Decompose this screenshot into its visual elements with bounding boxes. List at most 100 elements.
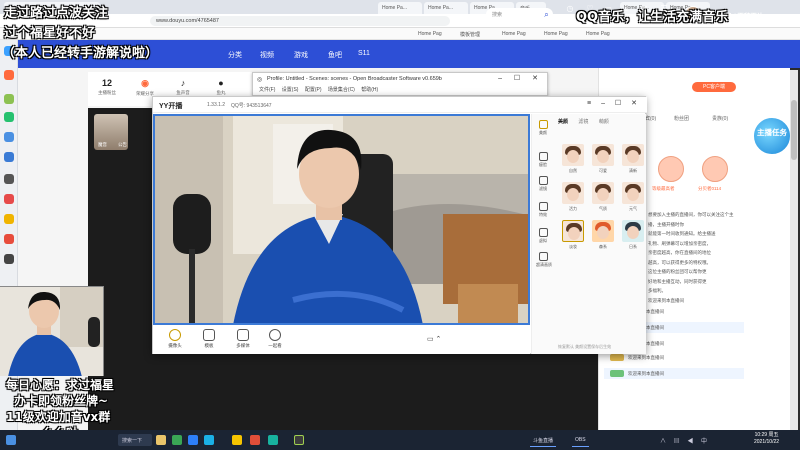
pip-camera xyxy=(0,286,104,376)
room-announcement: 想要加入主播的直播间，你可以关注这个主播，主播开播时你 就能第一时间收到通知。给… xyxy=(648,212,734,303)
nav-item[interactable]: 游戏 xyxy=(294,50,308,60)
app-icon[interactable] xyxy=(4,70,14,80)
effect-label: 自然 xyxy=(569,168,577,173)
effect-label: 元气 xyxy=(629,206,637,211)
browser-icon[interactable] xyxy=(172,435,182,445)
system-tray[interactable]: ∧ ▤ ◀ 中 xyxy=(660,436,710,445)
nav-item[interactable]: 鱼吧 xyxy=(328,50,342,60)
multimedia-tool-button[interactable]: 多媒体 xyxy=(231,329,255,349)
beauty-panel: 美颜 瘦脸 滤镜 特效 虚拟 超清画质 美颜 滤镜 萌颜 自然 可爱 清新 活力… xyxy=(531,114,646,354)
menu-profile[interactable]: 配置(P) xyxy=(305,87,322,93)
app-icon[interactable] xyxy=(4,152,14,162)
obs-taskbar-icon[interactable] xyxy=(294,435,304,445)
template-tool-button[interactable]: 模板 xyxy=(197,329,221,349)
app-icon[interactable] xyxy=(4,214,14,224)
camera-switch-icon[interactable]: ▭ ⌃ xyxy=(427,335,441,343)
app-icon[interactable] xyxy=(4,254,14,264)
room-stat[interactable]: ♪ 鱼声音 xyxy=(168,78,198,96)
multimedia-icon xyxy=(237,329,249,341)
app-icon[interactable] xyxy=(204,435,214,445)
file-explorer-icon[interactable] xyxy=(156,435,166,445)
app-icon[interactable] xyxy=(4,132,14,142)
browser-tab[interactable]: Home Pa... xyxy=(424,2,468,14)
obs-menu-bar: 文件(F) 设置(S) 配置(P) 场景集合(C) 帮助(H) xyxy=(259,86,383,93)
camera-preview xyxy=(153,114,530,325)
app-icon[interactable] xyxy=(250,435,260,445)
effect-thumbnail[interactable] xyxy=(562,220,584,242)
app-icon[interactable] xyxy=(188,435,198,445)
menu-scene-collection[interactable]: 场景集合(C) xyxy=(328,87,355,93)
slim-face-icon[interactable]: 瘦脸 xyxy=(536,152,550,168)
start-icon[interactable] xyxy=(6,435,16,445)
effect-label: 活力 xyxy=(569,206,577,211)
browser-tab[interactable]: Home Pa... xyxy=(378,2,422,14)
app-icon[interactable] xyxy=(4,194,14,204)
menu-settings[interactable]: 设置(S) xyxy=(282,87,299,93)
effect-thumbnail[interactable] xyxy=(562,182,584,204)
effect-thumbnail[interactable] xyxy=(592,144,614,166)
beauty-tabs: 美颜 滤镜 萌颜 xyxy=(558,118,646,125)
app-icon[interactable] xyxy=(4,234,14,244)
tab-fans[interactable]: 粉丝团 xyxy=(674,115,689,122)
taskbar: 搜索一下 斗鱼直播 OBS ∧ ▤ ◀ 中 10:29 周五 2021/10/2… xyxy=(0,430,800,450)
taskbar-search[interactable]: 搜索一下 xyxy=(118,434,152,446)
room-stat[interactable]: ● 鱼丸 xyxy=(206,78,236,96)
taskbar-app[interactable]: OBS xyxy=(572,433,589,447)
yy-titlebar: YY开播 1.33.1.2 QQ号: 943513647 ≡ – ☐ ✕ xyxy=(153,97,647,113)
tab-nobility[interactable]: 贵族(0) xyxy=(712,115,728,122)
bookmark-item[interactable]: 模板管理 xyxy=(460,31,480,38)
pc-client-badge[interactable]: PC客户端 xyxy=(692,82,736,92)
avatar[interactable] xyxy=(658,156,684,182)
effect-thumbnail[interactable] xyxy=(592,182,614,204)
app-icon[interactable] xyxy=(232,435,242,445)
virtual-icon[interactable]: 虚拟 xyxy=(536,228,550,244)
watch-together-button[interactable]: 一起看 xyxy=(263,329,287,349)
level-badge xyxy=(610,370,624,377)
wechat-icon[interactable] xyxy=(4,112,14,122)
scrollbar[interactable] xyxy=(790,70,798,430)
window-controls[interactable]: ≡ – ☐ ✕ xyxy=(587,99,641,107)
effect-thumbnail[interactable] xyxy=(622,182,644,204)
effect-label: 日系 xyxy=(629,244,637,249)
hd-quality-icon[interactable]: 超清画质 xyxy=(536,252,552,268)
menu-file[interactable]: 文件(F) xyxy=(259,87,275,93)
taskbar-app[interactable]: 斗鱼直播 xyxy=(530,433,557,447)
overlay-text: 办卡即领粉丝牌~ xyxy=(14,394,109,408)
search-icon[interactable]: ⌕ xyxy=(540,8,553,21)
nav-item[interactable]: S11 xyxy=(358,50,370,57)
app-icon[interactable] xyxy=(4,174,14,184)
yy-version: 1.33.1.2 xyxy=(207,102,226,108)
beauty-icon[interactable]: 美颜 xyxy=(536,120,550,136)
clock[interactable]: 10:29 周五 2021/10/22 xyxy=(754,432,779,446)
bookmark-item[interactable]: Home Pag xyxy=(418,31,442,37)
app-icon[interactable] xyxy=(4,94,14,104)
filter-icon[interactable]: 滤镜 xyxy=(536,176,550,192)
bookmark-item[interactable]: Home Pag xyxy=(544,31,568,37)
url-input[interactable]: www.douyu.com/4765487 xyxy=(150,16,450,26)
effects-icon[interactable]: 特效 xyxy=(536,202,550,218)
effect-thumbnail[interactable] xyxy=(592,220,614,242)
effect-thumbnail[interactable] xyxy=(622,144,644,166)
app-icon[interactable] xyxy=(268,435,278,445)
chat-tabs: 贵宾(0) 粉丝团 贵族(0) xyxy=(640,112,750,126)
effect-label: 森系 xyxy=(599,244,607,249)
nav-item[interactable]: 分类 xyxy=(228,50,242,60)
tab-cute[interactable]: 萌颜 xyxy=(599,119,609,125)
obs-app-icon: ◎ xyxy=(257,77,263,83)
anchor-task-badge[interactable]: 主播任务 xyxy=(752,116,792,156)
effect-thumbnail[interactable] xyxy=(562,144,584,166)
camera-tool-button[interactable]: 摄像头 xyxy=(163,329,187,349)
bookmarks-bar: Home Pag 模板管理 Home Pag Home Pag Home Pag xyxy=(0,28,800,40)
room-stat: 12 主播粉丝 xyxy=(98,78,116,95)
scrollbar-thumb[interactable] xyxy=(791,100,797,160)
effect-thumbnail[interactable] xyxy=(622,220,644,242)
menu-help[interactable]: 帮助(H) xyxy=(361,87,378,93)
nav-item[interactable]: 视频 xyxy=(260,50,274,60)
window-controls[interactable]: – ☐ ✕ xyxy=(498,74,543,82)
bookmark-item[interactable]: Home Pag xyxy=(586,31,610,37)
tab-beauty[interactable]: 美颜 xyxy=(558,119,568,125)
room-stat[interactable]: ◉ 荣耀分享 xyxy=(130,78,160,97)
bookmark-item[interactable]: Home Pag xyxy=(502,31,526,37)
avatar[interactable] xyxy=(702,156,728,182)
tab-filter[interactable]: 滤镜 xyxy=(578,119,588,125)
